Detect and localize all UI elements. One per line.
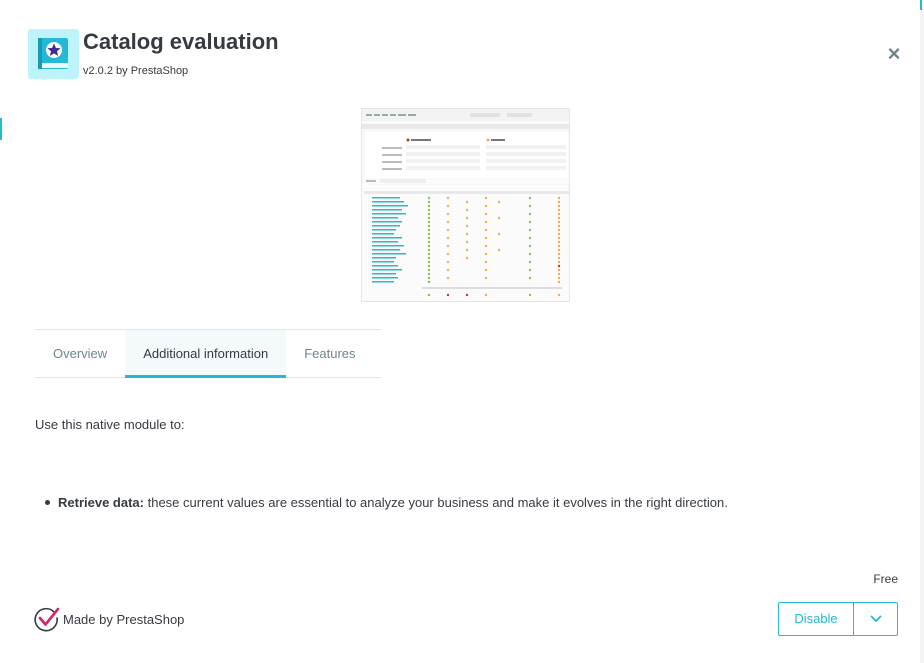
background-edge — [0, 118, 2, 140]
tab-features[interactable]: Features — [286, 330, 373, 378]
bullet-bold: Retrieve data: — [58, 495, 144, 510]
module-screenshot[interactable] — [361, 108, 570, 302]
modal-scrollbar-track — [920, 0, 924, 663]
module-logo — [28, 29, 79, 79]
close-button[interactable]: × — [884, 43, 904, 65]
actions-dropdown-toggle[interactable] — [854, 603, 897, 635]
module-title: Catalog evaluation — [83, 29, 279, 54]
screenshot-preview — [362, 109, 569, 301]
module-version: v2.0.2 by PrestaShop — [83, 65, 189, 77]
module-actions: Disable — [778, 602, 898, 636]
disable-button[interactable]: Disable — [779, 603, 854, 635]
book-star-icon — [38, 38, 68, 69]
module-header: Catalog evaluation v2.0.2 by PrestaShop — [28, 29, 888, 79]
module-modal: Catalog evaluation v2.0.2 by PrestaShop … — [0, 0, 924, 663]
tab-overview[interactable]: Overview — [35, 330, 125, 378]
tab-additional-information[interactable]: Additional information — [125, 330, 287, 378]
made-by-label: Made by PrestaShop — [63, 611, 185, 627]
module-tabs: Overview Additional information Features — [35, 329, 381, 378]
content-intro: Use this native module to: — [35, 417, 185, 432]
module-price: Free — [873, 572, 898, 586]
chevron-down-icon — [870, 615, 881, 622]
bullet-dot — [45, 500, 50, 506]
content-bullet: Retrieve data: these current values are … — [45, 495, 728, 510]
modal-scrollbar-thumb[interactable] — [920, 0, 922, 10]
check-badge-icon — [34, 607, 60, 632]
bullet-text: these current values are essential to an… — [143, 495, 728, 510]
made-by-badge: Made by PrestaShop — [33, 605, 184, 633]
